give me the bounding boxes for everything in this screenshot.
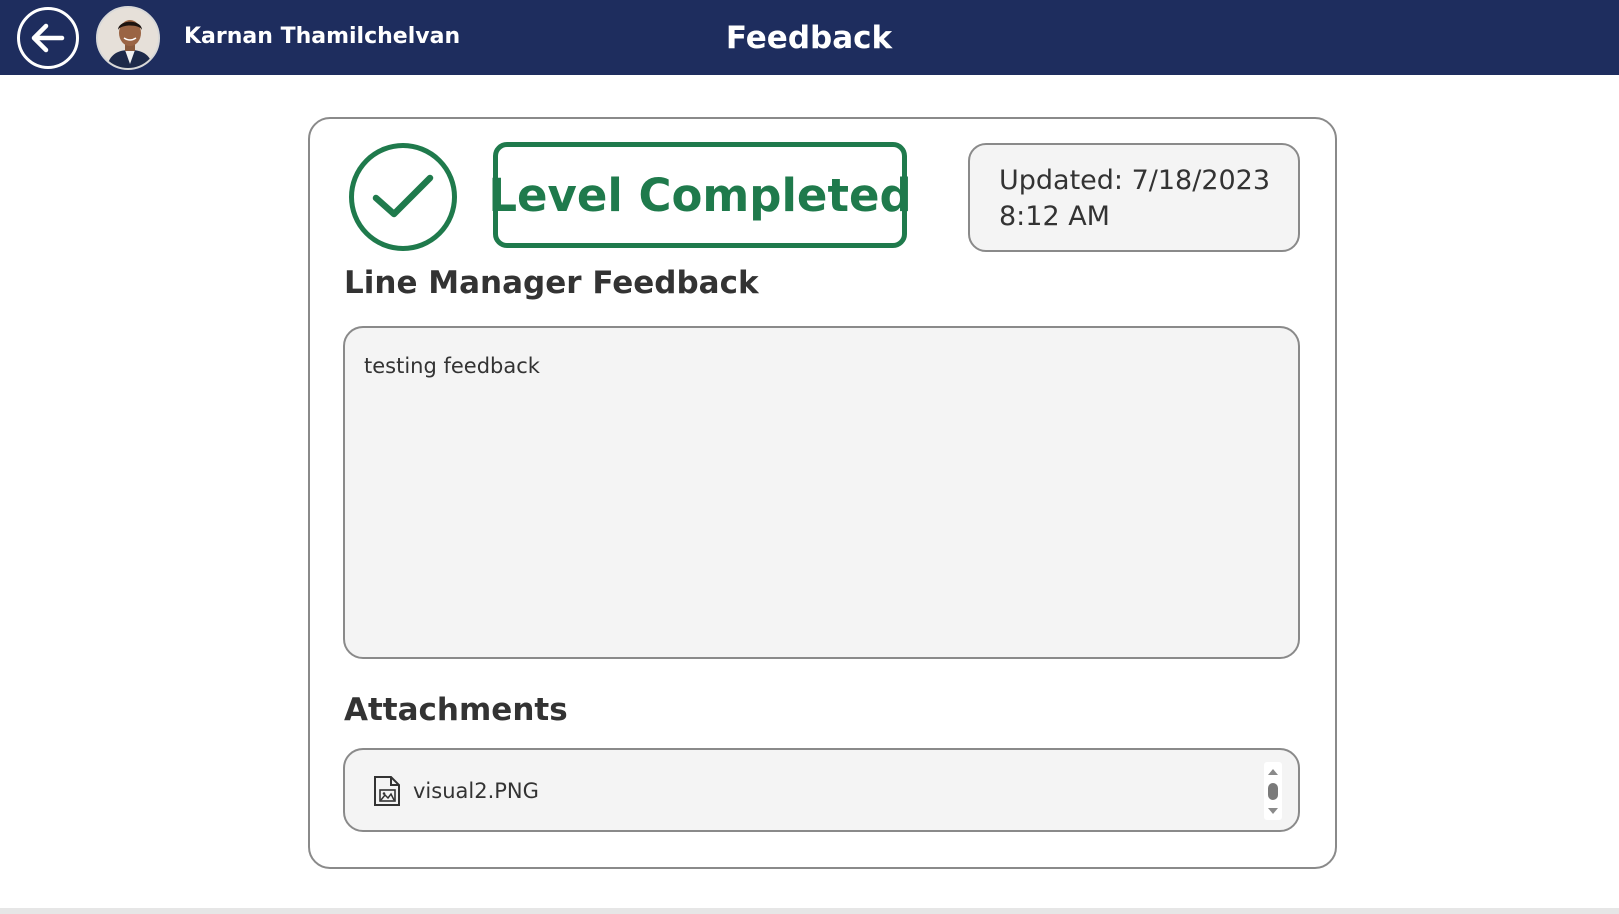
attachments-scrollbar[interactable] <box>1264 762 1282 820</box>
scroll-up-icon[interactable] <box>1268 769 1278 775</box>
attachment-item[interactable]: visual2.PNG <box>373 774 539 808</box>
attachments-list: visual2.PNG <box>343 748 1300 832</box>
arrow-left-icon <box>31 23 65 53</box>
scroll-thumb[interactable] <box>1268 783 1278 800</box>
check-circle-icon <box>349 143 457 251</box>
status-badge: Level Completed <box>488 142 912 248</box>
app-header: Karnan Thamilchelvan Feedback <box>0 0 1619 75</box>
back-button[interactable] <box>17 7 79 69</box>
bottom-divider <box>0 908 1619 914</box>
avatar <box>96 6 160 70</box>
image-file-icon <box>374 776 400 806</box>
updated-date: Updated: 7/18/2023 <box>999 165 1271 196</box>
scroll-down-icon[interactable] <box>1268 808 1278 814</box>
user-name: Karnan Thamilchelvan <box>184 24 461 49</box>
updated-timestamp: Updated: 7/18/2023 8:12 AM <box>968 143 1300 252</box>
attachments-label: Attachments <box>344 692 568 728</box>
page-title: Feedback <box>725 20 893 56</box>
updated-time: 8:12 AM <box>999 201 1110 232</box>
feedback-label: Line Manager Feedback <box>344 265 759 301</box>
feedback-text-field[interactable]: testing feedback <box>343 326 1300 659</box>
attachment-name: visual2.PNG <box>413 779 539 803</box>
